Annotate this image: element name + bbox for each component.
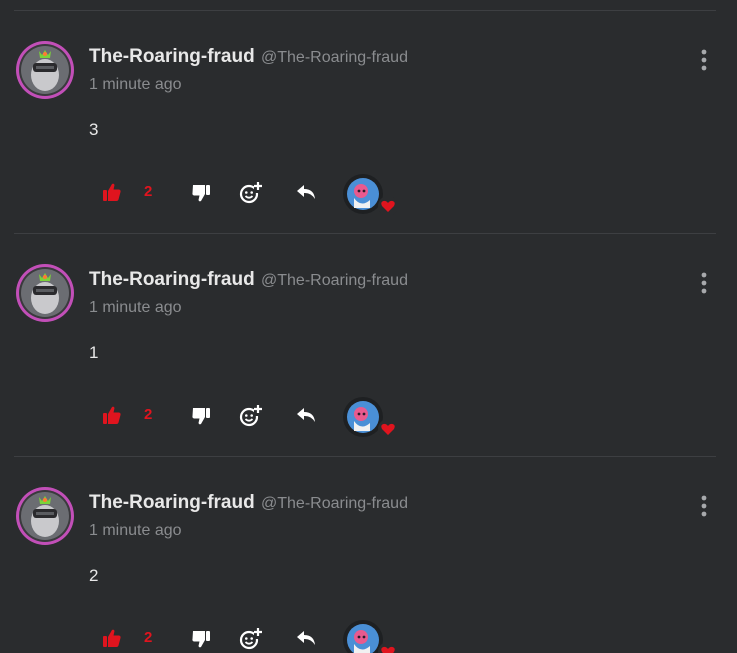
comment-text: 2 [89,566,99,585]
thumbs-down-icon[interactable] [191,629,211,649]
add-emoji-icon[interactable] [239,627,263,651]
reply-arrow-icon[interactable] [295,628,317,648]
add-emoji-icon[interactable] [239,404,263,428]
thumbs-up-icon[interactable] [101,404,123,426]
comment-author[interactable]: The-Roaring-fraud [89,492,255,514]
reply-arrow-icon[interactable] [295,182,317,202]
comment-handle[interactable]: @The-Roaring-fraud [261,495,408,513]
avatar[interactable] [14,39,76,101]
add-emoji-icon[interactable] [239,181,263,205]
comment-timestamp[interactable]: 1 minute ago [89,299,182,317]
more-options-icon[interactable] [694,271,714,295]
comment-author[interactable]: The-Roaring-fraud [89,269,255,291]
comment-author[interactable]: The-Roaring-fraud [89,46,255,68]
like-count: 2 [144,406,153,423]
thumbs-down-icon[interactable] [191,406,211,426]
avatar[interactable] [14,262,76,324]
comment-text: 1 [89,343,99,362]
like-count: 2 [144,183,153,200]
thumbs-up-icon[interactable] [101,181,123,203]
comment-text: 3 [89,120,99,139]
comment-handle[interactable]: @The-Roaring-fraud [261,272,408,290]
comment-actions: 2 [0,607,737,653]
comment-timestamp[interactable]: 1 minute ago [89,76,182,94]
thumbs-up-icon[interactable] [101,627,123,649]
comment-actions: 2 [0,384,737,440]
creator-heart-reaction[interactable] [342,620,398,653]
comment-timestamp[interactable]: 1 minute ago [89,522,182,540]
creator-heart-reaction[interactable] [342,174,398,218]
reply-arrow-icon[interactable] [295,405,317,425]
creator-heart-reaction[interactable] [342,397,398,441]
comment-actions: 2 [0,161,737,217]
like-count: 2 [144,629,153,646]
thumbs-down-icon[interactable] [191,183,211,203]
comment-handle[interactable]: @The-Roaring-fraud [261,49,408,67]
comment-item: The-Roaring-fraud @The-Roaring-fraud 1 m… [0,457,737,653]
more-options-icon[interactable] [694,494,714,518]
comment-item: The-Roaring-fraud @The-Roaring-fraud 1 m… [0,11,737,234]
more-options-icon[interactable] [694,48,714,72]
comment-feed: The-Roaring-fraud @The-Roaring-fraud 1 m… [0,0,737,653]
comment-item: The-Roaring-fraud @The-Roaring-fraud 1 m… [0,234,737,457]
avatar[interactable] [14,485,76,547]
